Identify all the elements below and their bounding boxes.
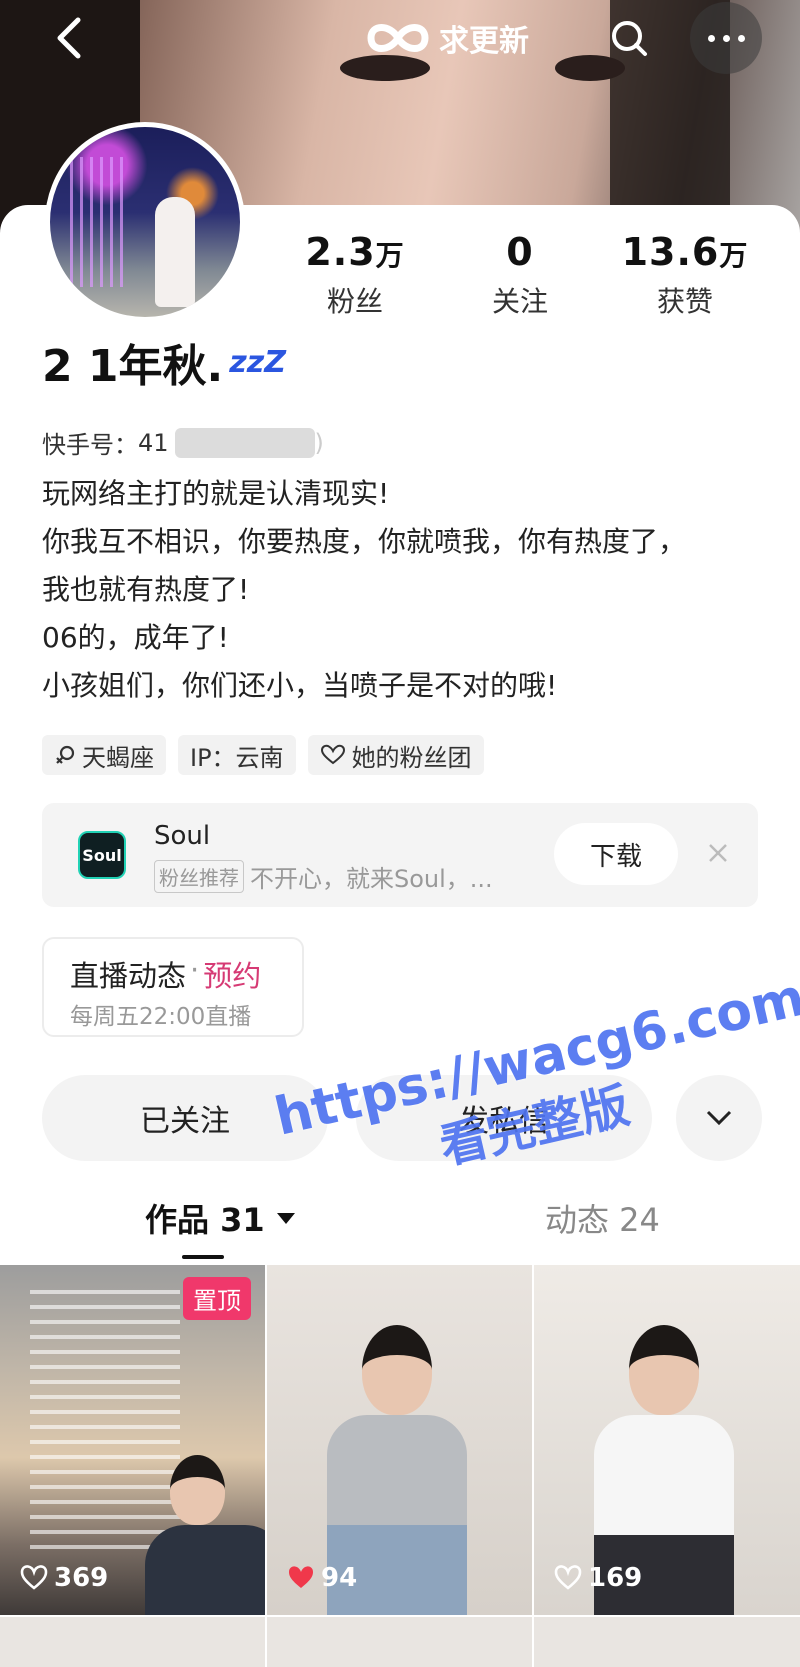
stat-fans[interactable]: 2.3万 粉丝 [280,230,430,320]
following-button[interactable]: 已关注 [42,1075,328,1161]
kuaishou-id[interactable]: 快手号： 41 ) [42,425,324,460]
tag-fan-group[interactable]: 她的粉丝团 [307,735,484,775]
video-grid: 置顶 369 94 169 [0,1265,800,1615]
kuaishou-id-label: 快手号： [42,431,138,459]
bio-line: 小孩姐们，你们还小，当喷子是不对的哦! [42,669,558,702]
heart-outline-icon [20,1565,48,1590]
search-button[interactable] [605,14,655,64]
ad-slogan: 不开心，就来Soul，... [250,865,493,893]
infinity-icon [367,24,429,52]
video-thumbnail[interactable]: 94 [267,1265,532,1615]
tab-works[interactable]: 作品 31 [145,1195,295,1241]
back-arrow-icon [57,17,81,59]
message-button[interactable]: 发私信 [356,1075,652,1161]
bio-line: 玩网络主打的就是认清现实! [42,477,390,510]
tag-zodiac[interactable]: 天蝎座 [42,735,166,775]
video-likes: 369 [20,1563,108,1593]
fans-unit: 万 [375,239,405,272]
likes-count: 13.6 [621,230,720,274]
close-icon [709,844,727,862]
ad-badge: 粉丝推荐 [154,860,244,893]
kuaishou-id-value: 41 [138,428,169,457]
female-icon [56,745,75,764]
tab-active-indicator [182,1255,224,1259]
back-button[interactable] [52,14,88,62]
more-options-button[interactable] [690,2,762,74]
kuaishou-id-tail: ) [314,428,324,457]
video-like-count: 169 [588,1563,643,1593]
content-tabs: 作品 31 动态 24 [0,1195,800,1265]
more-actions-button[interactable] [676,1075,762,1161]
following-label: 关注 [491,285,548,318]
live-schedule-text: 每周五22:00直播 [70,1004,252,1030]
fans-label: 粉丝 [326,285,383,318]
chevron-down-icon [706,1110,732,1126]
video-thumbnail[interactable] [267,1617,532,1667]
profile-bio: 玩网络主打的就是认清现实! 你我互不相识，你要热度，你就喷我，你有热度了， 我也… [42,470,762,710]
top-bar: 求更新 [0,0,800,80]
tag-zodiac-label: 天蝎座 [82,743,154,772]
heart-filled-icon [289,1566,313,1588]
video-grid-row-2 [0,1617,800,1667]
tab-dynamics[interactable]: 动态 24 [545,1195,660,1241]
caret-down-icon [276,1212,295,1224]
live-title: 直播动态 · 预约 [70,953,261,995]
tab-works-label: 作品 31 [145,1201,265,1239]
stat-likes[interactable]: 13.6万 获赞 [610,230,760,320]
video-like-count: 94 [321,1563,358,1593]
following-count: 0 [506,230,534,274]
request-update-button[interactable]: 求更新 [365,15,529,61]
download-button[interactable]: 下载 [554,823,678,885]
ad-title: Soul [154,821,211,851]
stat-following[interactable]: 0 关注 [445,230,595,320]
video-thumbnail[interactable]: 置顶 369 [0,1265,265,1615]
bio-line: 你我互不相识，你要热度，你就喷我，你有热度了， [42,525,687,558]
tag-ip-label: IP：云南 [190,743,284,772]
live-schedule-card[interactable]: 直播动态 · 预约 每周五22:00直播 [42,937,304,1037]
more-icon [707,34,715,42]
profile-tags: 天蝎座 IP：云南 她的粉丝团 [42,735,484,775]
video-like-count: 369 [54,1563,109,1593]
video-thumbnail[interactable] [0,1617,265,1667]
soul-app-logo: Soul [78,831,126,879]
heart-outline-icon [320,744,345,765]
ad-card[interactable]: Soul Soul 粉丝推荐 不开心，就来Soul，... 下载 [42,803,758,907]
bio-line: 06的，成年了! [42,621,229,654]
avatar[interactable] [45,122,245,322]
close-ad-button[interactable] [698,833,738,873]
video-likes: 94 [287,1563,357,1593]
profile-name-text: 2 1年秋. [42,341,224,392]
sleep-emoji-icon: zzZ [229,344,286,380]
live-title-separator: · [190,953,200,987]
reserve-link[interactable]: 预约 [203,953,261,995]
fans-count: 2.3 [305,230,376,274]
likes-label: 获赞 [656,285,713,318]
likes-unit: 万 [719,239,749,272]
tag-fan-group-label: 她的粉丝团 [351,743,472,772]
kuaishou-id-blur [174,427,315,458]
ad-subtitle: 粉丝推荐 不开心，就来Soul，... [154,859,493,894]
heart-outline-icon [554,1565,582,1590]
request-update-label: 求更新 [439,24,529,59]
tag-ip: IP：云南 [178,735,296,775]
video-likes: 169 [554,1563,642,1593]
pinned-badge: 置顶 [183,1277,251,1320]
search-icon [612,21,647,56]
bio-line: 我也就有热度了! [42,573,250,606]
video-thumbnail[interactable] [534,1617,800,1667]
profile-name: 2 1年秋. zzZ [42,330,286,394]
live-title-text: 直播动态 [70,959,187,993]
video-thumbnail[interactable]: 169 [534,1265,800,1615]
profile-stats: 2.3万 粉丝 0 关注 13.6万 获赞 [280,230,760,320]
